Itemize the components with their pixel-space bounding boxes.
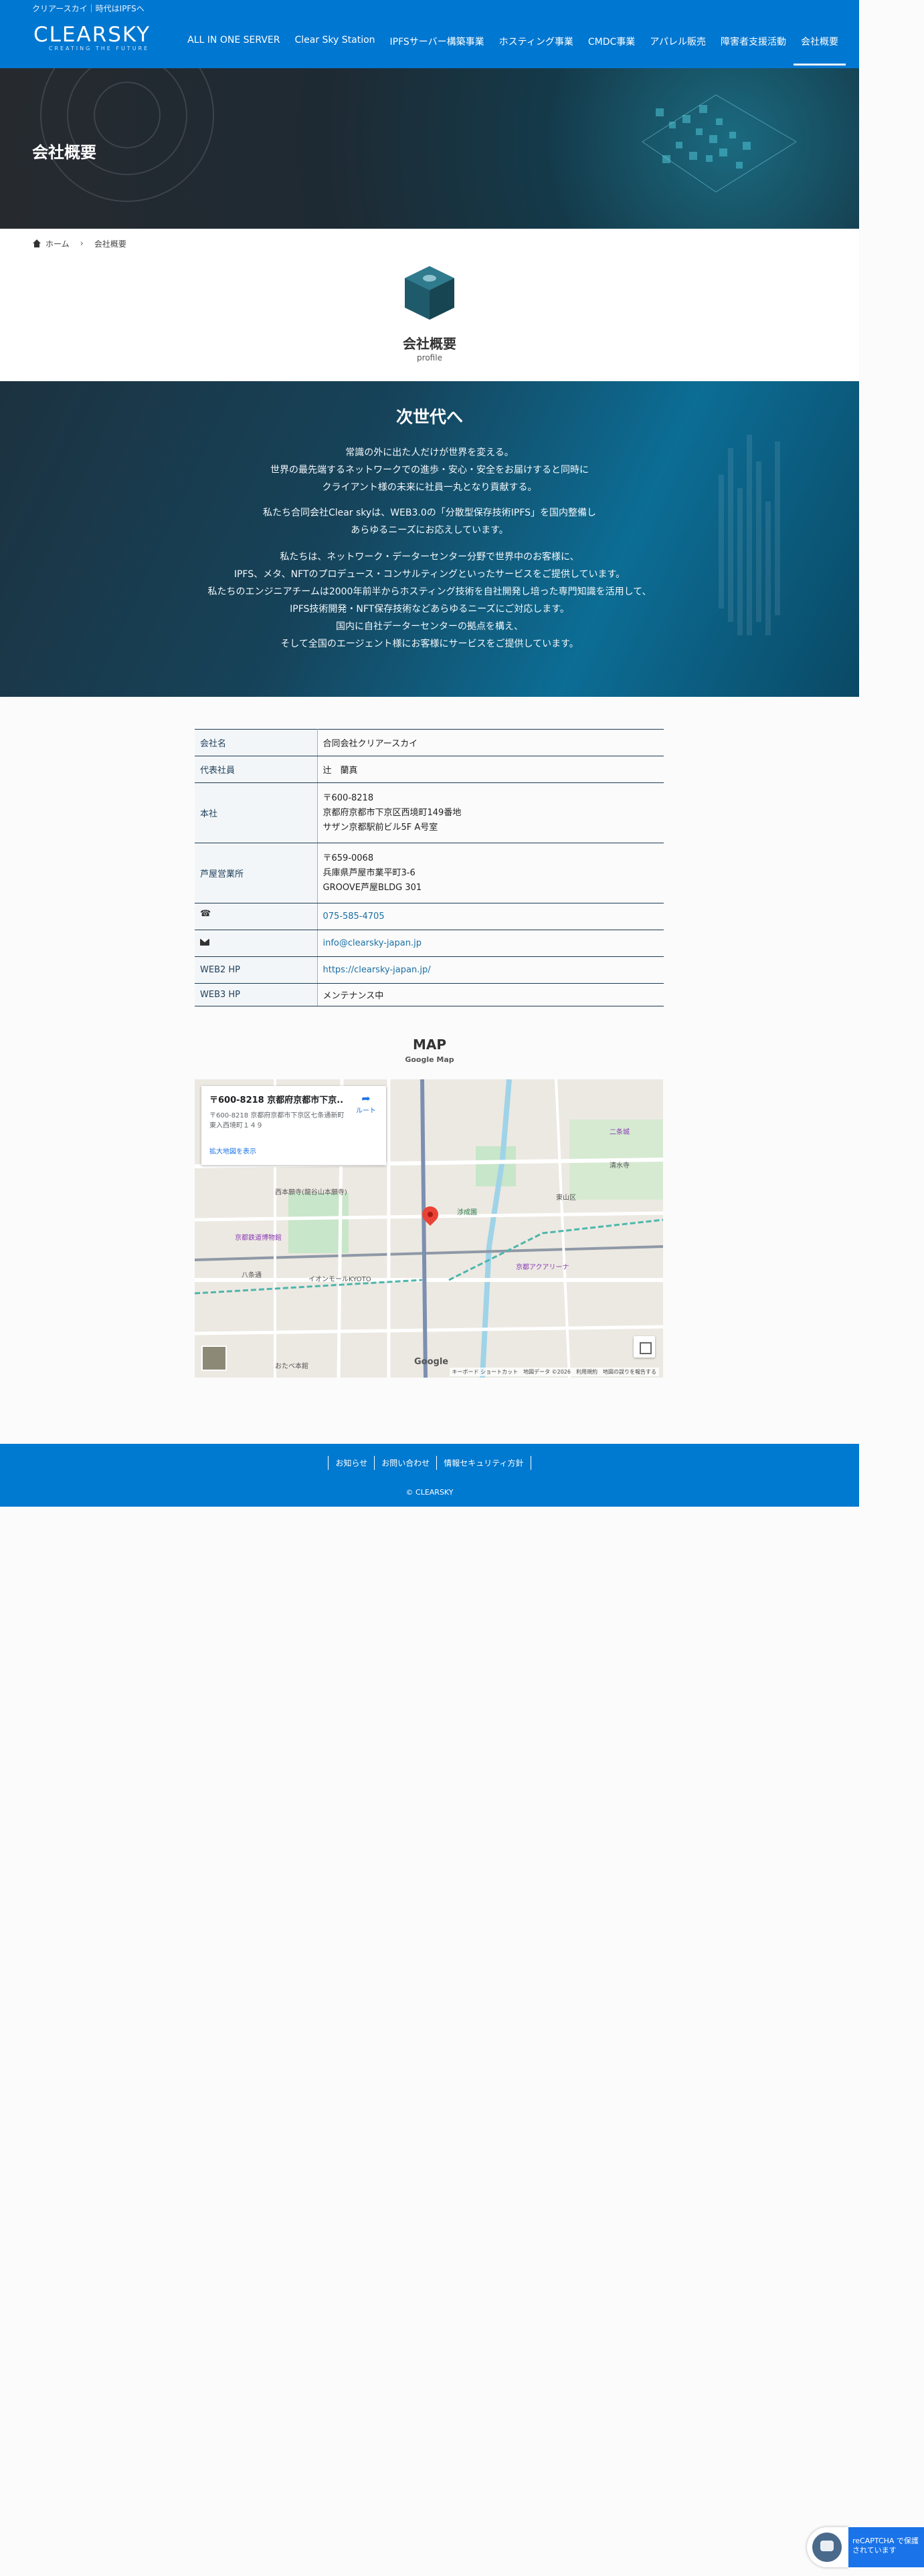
route-button[interactable]: ➦ ルート [353, 1092, 379, 1115]
chevron-right-icon: › [80, 238, 84, 249]
nav-item-cmdc[interactable]: CMDC事業 [581, 25, 642, 62]
cube-icon [405, 266, 454, 320]
company-info-table: 会社名 合同会社クリアースカイ 代表社員 辻 蘭真 本社 〒600-8218 京… [195, 729, 664, 1006]
nav-item-all-in-one-server[interactable]: ALL IN ONE SERVER [180, 25, 287, 62]
map-title: MAP [412, 1037, 447, 1053]
map-label: おたべ本館 [275, 1363, 308, 1370]
table-row: info@clearsky-japan.jp [195, 930, 664, 957]
profile-section: 会社概要 profile [0, 258, 859, 381]
enlarge-map-link[interactable]: 拡大地図を表示 [209, 1146, 378, 1156]
satellite-toggle[interactable] [201, 1346, 227, 1371]
map-card-title: 〒600-8218 京都府京都市下京... [209, 1095, 343, 1105]
recaptcha-icon [807, 2527, 848, 2567]
google-map[interactable]: 京都鉄道博物館 イオンモールKYOTO おたべ本館 二条城 西本願寺(龍谷山本願… [195, 1079, 663, 1378]
main-nav: ALL IN ONE SERVER Clear Sky Station IPFS… [180, 25, 846, 66]
footer-link-security-policy[interactable]: 情報セキュリティ方針 [436, 1456, 531, 1470]
page-title: 会社概要 [32, 143, 96, 162]
breadcrumb-home[interactable]: ホーム [45, 238, 70, 249]
row-label: 芦屋営業所 [195, 843, 318, 903]
map-info-card: 〒600-8218 京都府京都市下京... 〒600-8218 京都府京都市下京… [201, 1086, 386, 1165]
hq-address: 〒600-8218 京都府京都市下京区西境町149番地 サザン京都駅前ビル5F … [317, 782, 664, 843]
map-label: 京都鉄道博物館 [235, 1235, 282, 1242]
table-row: WEB2 HP https://clearsky-japan.jp/ [195, 956, 664, 984]
nextgen-paragraph-3: 私たちは、ネットワーク・データーセンター分野で世界中のお客様に、 IPFS、メタ… [207, 552, 652, 649]
phone-icon [200, 909, 211, 920]
map-label: 二条城 [610, 1129, 630, 1136]
breadcrumb: ホーム › 会社概要 [0, 229, 859, 258]
nav-item-ipfs-server[interactable]: IPFSサーバー構築事業 [383, 25, 492, 62]
nextgen-section: 次世代へ 常識の外に出た人だけが世界を変える。 世界の最先端するネットワークでの… [0, 381, 859, 697]
logo-text: CLEARSKY [33, 23, 151, 47]
map-label: イオンモールKYOTO [308, 1276, 371, 1283]
nextgen-paragraph-1: 常識の外に出た人だけが世界を変える。 世界の最先端するネットワークでの進歩・安心… [270, 447, 589, 493]
fullscreen-icon[interactable] [634, 1336, 655, 1358]
row-label: 本社 [195, 782, 318, 843]
nextgen-paragraph-2: 私たち合同会社Clear skyは、WEB3.0の「分散型保存技術IPFS」を国… [262, 508, 597, 536]
page-hero: 会社概要 [0, 68, 859, 229]
map-label: 京都アクアリーナ [516, 1264, 569, 1271]
phone-link[interactable]: 075-585-4705 [323, 911, 385, 922]
table-row: 芦屋営業所 〒659-0068 兵庫県芦屋市業平町3-6 GROOVE芦屋BLD… [195, 843, 664, 903]
map-attribution[interactable]: キーボード ショートカット 地図データ ©2026 利用規約 地図の誤りを報告す… [449, 1368, 659, 1376]
table-row: 代表社員 辻 蘭真 [195, 756, 664, 783]
email-link[interactable]: info@clearsky-japan.jp [323, 938, 422, 948]
ashiya-address: 〒659-0068 兵庫県芦屋市業平町3-6 GROOVE芦屋BLDG 301 [317, 843, 664, 903]
hero-chip-graphic [642, 94, 797, 193]
representative: 辻 蘭真 [317, 756, 664, 783]
header-tagline: クリアースカイ｜時代はIPFSへ [32, 4, 145, 13]
site-logo[interactable]: CLEARSKY CREATING THE FUTURE [33, 23, 165, 51]
nav-item-clear-sky-station[interactable]: Clear Sky Station [287, 25, 382, 62]
map-label: 清水寺 [610, 1162, 630, 1170]
table-row: WEB3 HP メンテナンス中 [195, 983, 664, 1006]
nav-item-disability-support[interactable]: 障害者支援活動 [713, 25, 794, 62]
page: クリアースカイ｜時代はIPFSへ CLEARSKY CREATING THE F… [0, 0, 859, 1507]
mail-icon [200, 939, 209, 946]
copyright: © CLEARSKY [405, 1488, 454, 1497]
table-row: 075-585-4705 [195, 903, 664, 930]
map-card-address: 〒600-8218 京都府京都市下京区七条通新町東入西境町１４９ [209, 1112, 345, 1130]
map-label: 八条通 [242, 1272, 262, 1279]
footer-link-news[interactable]: お知らせ [328, 1456, 374, 1470]
table-row: 本社 〒600-8218 京都府京都市下京区西境町149番地 サザン京都駅前ビル… [195, 782, 664, 843]
google-logo: Google [414, 1357, 449, 1367]
breadcrumb-current: 会社概要 [94, 239, 126, 249]
section-subtitle: profile [417, 353, 442, 362]
nav-item-apparel[interactable]: アパレル販売 [642, 25, 713, 62]
decor-ring [94, 82, 161, 148]
directions-icon: ➦ [361, 1092, 371, 1105]
site-footer: お知らせ お問い合わせ 情報セキュリティ方針 © CLEARSKY [0, 1444, 859, 1507]
nav-item-company[interactable]: 会社概要 [794, 25, 846, 66]
home-icon [32, 239, 41, 247]
row-label: WEB2 HP [195, 956, 318, 984]
nextgen-title: 次世代へ [395, 407, 463, 427]
row-label: 会社名 [195, 729, 318, 756]
web2-link[interactable]: https://clearsky-japan.jp/ [323, 965, 431, 975]
company-name: 合同会社クリアースカイ [317, 729, 664, 756]
map-subtitle: Google Map [405, 1055, 454, 1064]
map-label: 東山区 [556, 1194, 576, 1202]
row-label: 代表社員 [195, 756, 318, 783]
web3-status: メンテナンス中 [317, 983, 664, 1006]
section-title: 会社概要 [403, 336, 456, 352]
map-label: 西本願寺(龍谷山本願寺) [275, 1189, 347, 1196]
site-header: クリアースカイ｜時代はIPFSへ CLEARSKY CREATING THE F… [0, 0, 859, 68]
recaptcha-badge[interactable]: reCAPTCHA で保護されています [807, 2525, 924, 2567]
nav-item-hosting[interactable]: ホスティング事業 [492, 25, 581, 62]
logo-subtext: CREATING THE FUTURE [48, 45, 150, 51]
table-row: 会社名 合同会社クリアースカイ [195, 729, 664, 756]
footer-nav: お知らせ お問い合わせ 情報セキュリティ方針 [0, 1456, 859, 1470]
row-label: WEB3 HP [195, 983, 318, 1006]
map-label: 渉成園 [457, 1209, 477, 1216]
footer-link-contact[interactable]: お問い合わせ [374, 1456, 436, 1470]
recaptcha-text: reCAPTCHA で保護されています [848, 2527, 924, 2567]
